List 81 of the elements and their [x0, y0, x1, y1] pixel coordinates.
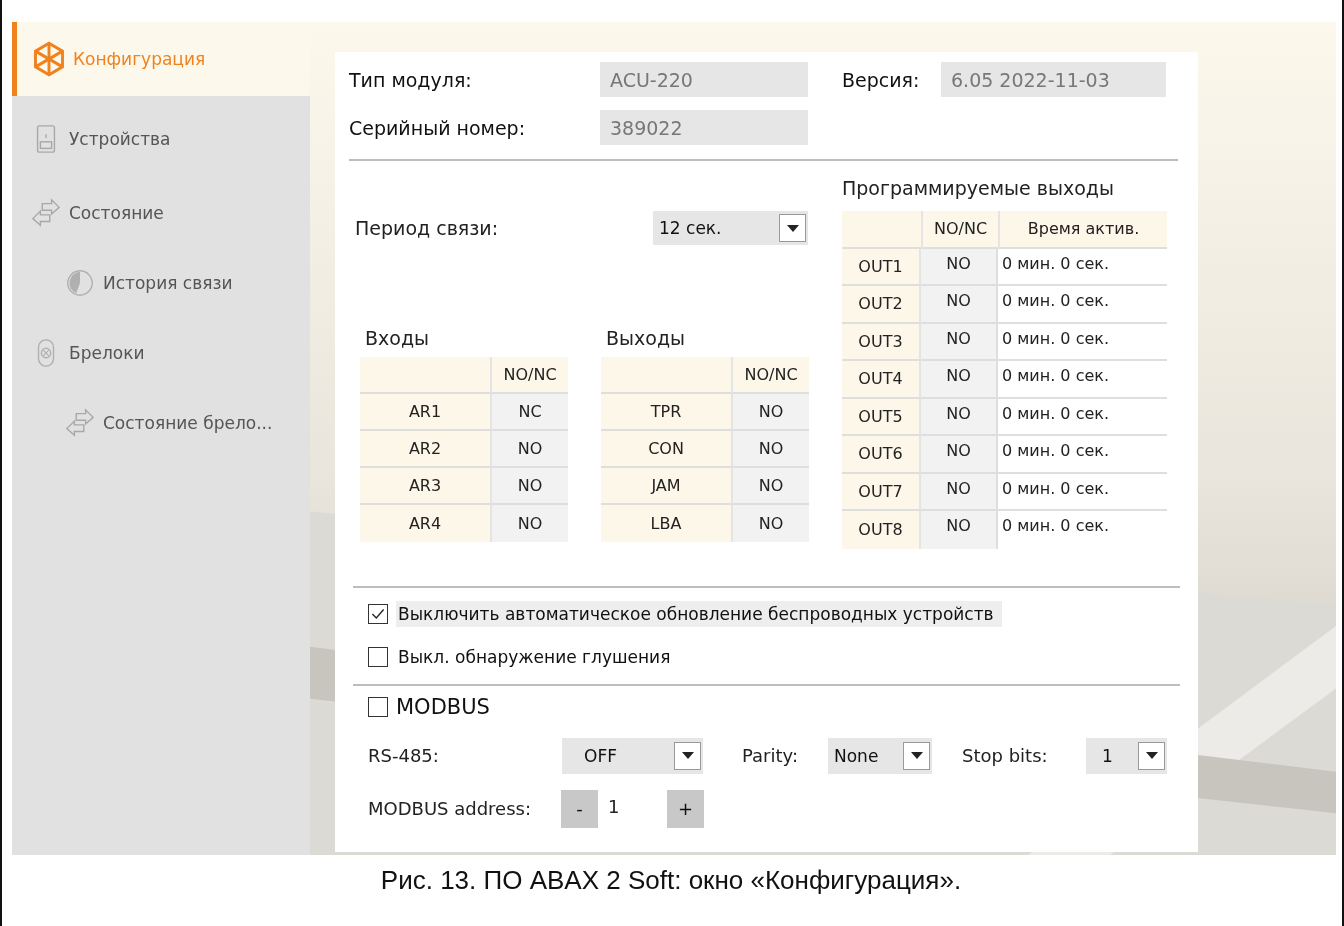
table-cell[interactable]: NO [492, 505, 568, 542]
table-title: Выходы [605, 327, 687, 351]
table-cell[interactable]: NO [921, 398, 998, 436]
hexagon-icon [31, 41, 67, 77]
clock-icon [65, 268, 95, 298]
field-label: Версия: [842, 68, 921, 91]
table-cell: OUT2 [842, 286, 921, 324]
sidebar-item[interactable]: Устройства [12, 102, 310, 176]
text-field[interactable]: ACU-220 [600, 62, 808, 97]
field-label: Серийный номер: [349, 116, 527, 139]
table-cell[interactable]: NO [733, 431, 809, 468]
dropdown[interactable]: 12 сек. [653, 211, 808, 245]
table-cell: AR1 [360, 394, 492, 431]
caret-icon [910, 752, 923, 759]
table-cell[interactable]: NO [733, 505, 809, 542]
checkbox-label[interactable]: Выкл. обнаружение глушения [396, 643, 679, 670]
dropdown[interactable]: 1 [1086, 737, 1167, 774]
figure-caption: Рис. 13. ПО ABAX 2 Soft: окно «Конфигурация». [379, 865, 963, 896]
caret-icon [786, 224, 799, 232]
table-title: Программируемые выходы [842, 177, 1115, 201]
minus-button[interactable]: - [561, 789, 598, 828]
field-label: Тип модуля: [349, 68, 473, 91]
table-cell: AR2 [360, 431, 492, 468]
table-cell: AR4 [360, 505, 492, 542]
table-cell: AR3 [360, 468, 492, 505]
table-cell[interactable]: NO [733, 394, 809, 431]
table-cell: TPR [601, 394, 733, 431]
table-cell: OUT3 [842, 323, 921, 361]
column-header: Время актив. [998, 211, 1167, 249]
table-cell: OUT5 [842, 398, 921, 436]
text-field[interactable]: 6.05 2022-11-03 [941, 62, 1166, 97]
arrows-icon [31, 198, 61, 228]
table-cell: OUT6 [842, 436, 921, 474]
checkbox[interactable] [368, 646, 388, 667]
dropdown-arrow-button[interactable] [779, 214, 806, 242]
column-header: NO/NC [921, 211, 998, 249]
arrows-icon [65, 408, 95, 438]
field-label: Stop bits: [962, 745, 1049, 766]
sidebar-item[interactable]: Состояние [12, 176, 310, 250]
caret-icon [681, 752, 694, 759]
table-cell[interactable]: NO [921, 361, 998, 399]
dropdown-arrow-button[interactable] [903, 741, 930, 770]
checkbox-label[interactable]: MODBUS [396, 694, 490, 719]
table-cell[interactable]: NO [921, 473, 998, 511]
text-field[interactable]: 389022 [600, 110, 808, 145]
table-cell[interactable]: NO [921, 323, 998, 361]
table-cell: OUT4 [842, 361, 921, 399]
table-cell[interactable]: NO [921, 248, 998, 286]
table-cell[interactable]: NC [492, 394, 568, 431]
column-header: NO/NC [492, 357, 568, 394]
table-cell[interactable]: NO [492, 431, 568, 468]
dropdown-arrow-button[interactable] [674, 741, 701, 770]
sidebar-item[interactable]: Состояние брело... [12, 390, 310, 456]
table-cell: CON [601, 431, 733, 468]
number-value[interactable]: 1 [598, 789, 667, 817]
field-label: RS-485: [368, 745, 440, 766]
dropdown[interactable]: None [828, 737, 932, 774]
checkbox[interactable] [368, 696, 388, 717]
table-cell[interactable]: NO [492, 468, 568, 505]
table-cell: OUT7 [842, 473, 921, 511]
sidebar-item[interactable]: Брелоки [12, 316, 310, 390]
column-header: NO/NC [733, 357, 809, 394]
caret-icon [1145, 752, 1158, 759]
dropdown-arrow-button[interactable] [1138, 741, 1165, 770]
field-label: MODBUS address: [368, 798, 532, 819]
table-cell: OUT1 [842, 248, 921, 286]
table-cell: OUT8 [842, 511, 921, 549]
table-cell: LBA [601, 505, 733, 542]
plus-button[interactable]: + [667, 789, 704, 828]
table-cell[interactable]: NO [733, 468, 809, 505]
dropdown[interactable]: OFF [562, 737, 703, 774]
table-cell[interactable]: NO [921, 286, 998, 324]
table-cell[interactable]: NO [921, 436, 998, 474]
table-cell[interactable]: NO [921, 511, 998, 549]
table-title: Входы [364, 327, 431, 351]
sidebar-item[interactable]: История связи [12, 250, 310, 316]
field-label: Parity: [742, 745, 799, 766]
table-cell: JAM [601, 468, 733, 505]
checkbox-label[interactable]: Выключить автоматическое обновление беспроводных устройств [396, 600, 1002, 627]
field-label: Период связи: [354, 217, 500, 239]
checkbox[interactable] [368, 603, 388, 624]
